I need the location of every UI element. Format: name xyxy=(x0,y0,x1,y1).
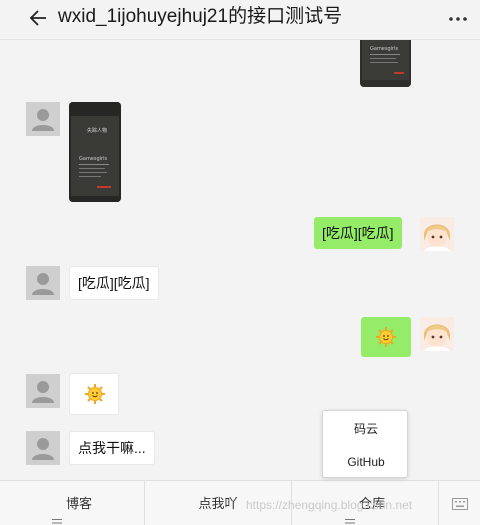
menu-item-gitee[interactable]: 码云 xyxy=(323,415,409,443)
avatar[interactable] xyxy=(26,102,60,136)
arrow-left-icon[interactable] xyxy=(28,7,50,29)
book-cn-title-text: 失踪人物 xyxy=(87,127,107,134)
menu-item-github[interactable]: GitHub xyxy=(323,448,409,476)
avatar[interactable] xyxy=(420,317,454,351)
keyboard-icon[interactable] xyxy=(452,497,468,510)
book-title-text: Gamesgirls xyxy=(370,46,398,52)
avatar[interactable] xyxy=(26,266,60,300)
message-bubble-left[interactable]: 点我干嘛... xyxy=(69,431,155,465)
repo-submenu: 码云 GitHub xyxy=(322,410,408,478)
avatar[interactable] xyxy=(26,374,60,408)
menu-item-blog[interactable]: 博客 xyxy=(0,481,144,525)
message-image-right[interactable]: Gamesgirls xyxy=(360,40,411,87)
avatar[interactable] xyxy=(420,217,454,251)
more-dots-icon[interactable] xyxy=(448,12,468,26)
page-title: wxid_1ijohuyejhuj21的接口测试号 xyxy=(58,6,343,27)
message-bubble-right[interactable]: [吃瓜][吃瓜] xyxy=(314,217,402,249)
menu-item-label: 点我吖 xyxy=(198,496,238,511)
message-bubble-left[interactable]: [吃瓜][吃瓜] xyxy=(69,266,159,300)
menu-lines-icon xyxy=(51,500,62,524)
message-image-left[interactable]: 失踪人物 Gamesgirls xyxy=(69,102,121,202)
chat-area[interactable]: Gamesgirls 失踪人物 Gamesgirls [吃瓜][吃瓜] [吃瓜]… xyxy=(0,40,480,480)
message-bubble-left[interactable] xyxy=(69,373,119,415)
sun-emoji-icon xyxy=(84,383,106,405)
book-title-text: Gamesgirls xyxy=(79,156,107,162)
sun-emoji-icon xyxy=(375,326,397,348)
menu-item-label: 博客 xyxy=(65,496,92,511)
avatar[interactable] xyxy=(26,431,60,465)
menu-divider xyxy=(438,481,439,525)
chat-header: wxid_1ijohuyejhuj21的接口测试号 xyxy=(0,0,480,40)
watermark-text: https://zhengqing.blog.csdn.net xyxy=(246,498,413,512)
message-bubble-right[interactable] xyxy=(361,317,411,357)
